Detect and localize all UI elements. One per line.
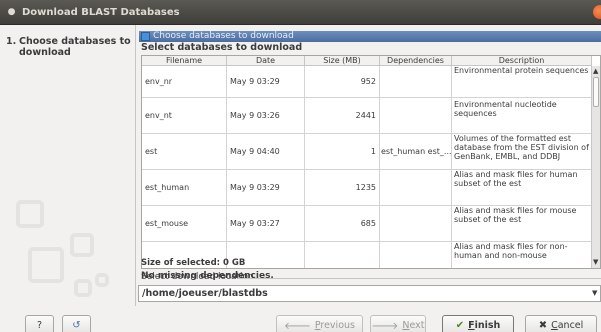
cell-date: May 9 03:26 [227, 98, 305, 133]
scroll-down-icon[interactable]: ▼ [593, 259, 598, 266]
finish-label: Finish [468, 320, 501, 331]
cancel-label: Cancel [551, 320, 584, 331]
dialog-window: ● Download BLAST Databases 1. Choose dat… [0, 0, 601, 332]
cell-size: 1 [305, 134, 380, 169]
wizard-steps-panel: 1. Choose databases to download [0, 25, 136, 306]
cell-description: Environmental protein sequences [452, 66, 592, 97]
table-header: Filename Date Size (MB) Dependencies Des… [142, 56, 592, 66]
arrow-left-icon: 🡐 [284, 320, 311, 332]
cell-filename: est_mouse [142, 206, 227, 241]
reset-button[interactable]: ↺ [62, 315, 91, 332]
cell-filename: est [142, 134, 227, 169]
cell-description: Alias and mask files for non-human and n… [452, 242, 592, 268]
cell-date: May 9 03:29 [227, 170, 305, 205]
decoration-square-icon [28, 247, 64, 283]
title-bar: ● Download BLAST Databases [0, 0, 601, 25]
page-header: Choose databases to download [139, 31, 601, 42]
table-row[interactable]: est_human May 9 03:29 1235 Alias and mas… [142, 170, 592, 206]
cell-dependencies [380, 170, 452, 205]
step-label: Choose databases to download [19, 36, 131, 58]
cell-dependencies [380, 206, 452, 241]
x-icon: ✖ [538, 320, 548, 331]
database-table: Filename Date Size (MB) Dependencies Des… [141, 55, 601, 269]
table-row[interactable]: env_nt May 9 03:26 2441 Environmental nu… [142, 98, 592, 134]
cell-filename: env_nt [142, 98, 227, 133]
help-button[interactable]: ? [25, 315, 54, 332]
cell-dependencies [380, 242, 452, 268]
next-button[interactable]: 🡒 Next [370, 315, 426, 332]
cell-size [305, 242, 380, 268]
cell-size: 2441 [305, 98, 380, 133]
column-header-filename[interactable]: Filename [142, 56, 227, 66]
cell-description: Alias and mask files for human subset of… [452, 170, 592, 205]
table-row[interactable]: est_mouse May 9 03:27 685 Alias and mask… [142, 206, 592, 242]
cell-date: May 9 04:40 [227, 134, 305, 169]
table-row[interactable]: est May 9 04:40 1 est_human est_... Volu… [142, 134, 592, 170]
cell-description: Alias and mask files for mouse subset of… [452, 206, 592, 241]
button-bar: ? ↺ 🡐 Previous 🡒 Next ✔ Finish ✖ Cancel [0, 306, 601, 332]
column-header-size[interactable]: Size (MB) [305, 56, 380, 66]
chevron-down-icon[interactable]: ▼ [592, 286, 600, 301]
scroll-up-icon[interactable]: ▲ [593, 68, 598, 75]
window-menu-icon[interactable]: ● [7, 8, 16, 17]
cell-dependencies [380, 98, 452, 133]
location-combobox[interactable]: /home/joeuser/blastdbs ▼ [138, 285, 601, 302]
cell-size: 1235 [305, 170, 380, 205]
cell-filename: env_nr [142, 66, 227, 97]
close-button[interactable] [593, 5, 601, 19]
step-number: 1. [6, 36, 17, 47]
cell-dependencies: est_human est_... [380, 134, 452, 169]
decoration-square-icon [70, 233, 94, 257]
question-icon: ? [36, 320, 43, 331]
cell-size: 685 [305, 206, 380, 241]
decoration-square-icon [16, 200, 44, 228]
decoration-square-icon [95, 273, 109, 287]
table-row[interactable]: env_nr May 9 03:29 952 Environmental pro… [142, 66, 592, 98]
next-label: Next [402, 320, 425, 331]
decoration-square-icon [74, 279, 92, 297]
cell-date: May 9 03:29 [227, 66, 305, 97]
location-label: Select download location [141, 272, 254, 282]
cell-date: May 9 03:27 [227, 206, 305, 241]
cell-dependencies [380, 66, 452, 97]
location-value: /home/joeuser/blastdbs [142, 288, 268, 299]
selected-size-status: Size of selected: 0 GB [141, 258, 246, 268]
scroll-thumb[interactable] [593, 77, 599, 107]
section-title: Select databases to download [141, 42, 303, 53]
finish-button[interactable]: ✔ Finish [442, 315, 514, 332]
column-header-dependencies[interactable]: Dependencies [380, 56, 452, 66]
location-divider [238, 278, 601, 279]
arrow-right-icon: 🡒 [371, 320, 399, 332]
column-header-description[interactable]: Description [452, 56, 592, 66]
window-title: Download BLAST Databases [22, 7, 180, 18]
table-scrollbar[interactable]: ▲ ▼ [591, 66, 600, 268]
previous-button[interactable]: 🡐 Previous [276, 315, 363, 332]
checkmark-icon: ✔ [455, 320, 465, 331]
cell-filename: est_human [142, 170, 227, 205]
reset-icon: ↺ [72, 320, 81, 331]
page-header-text: Choose databases to download [153, 31, 294, 41]
column-header-date[interactable]: Date [227, 56, 305, 66]
cell-description: Environmental nucleotide sequences [452, 98, 592, 133]
previous-label: Previous [314, 320, 355, 331]
cell-description: Volumes of the formatted est database fr… [452, 134, 592, 169]
page-icon [141, 32, 150, 41]
cancel-button[interactable]: ✖ Cancel [525, 315, 597, 332]
cell-size: 952 [305, 66, 380, 97]
